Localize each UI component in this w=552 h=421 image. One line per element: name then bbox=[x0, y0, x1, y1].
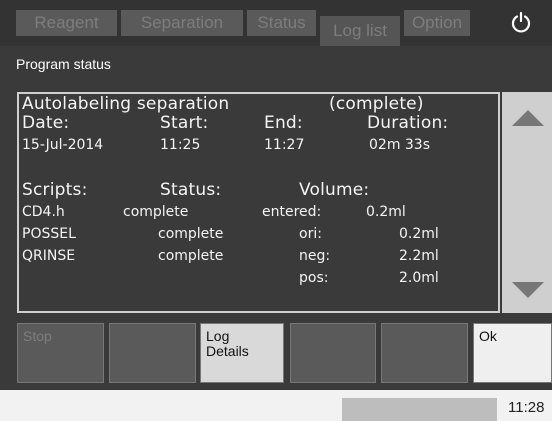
arrow-down-icon[interactable] bbox=[512, 282, 544, 298]
status-panel: Autolabeling separation (complete) Date:… bbox=[17, 92, 500, 313]
separation-name: Autolabeling separation bbox=[22, 94, 230, 114]
script-status: complete bbox=[123, 204, 189, 220]
progress-bar bbox=[342, 398, 497, 421]
power-button[interactable] bbox=[503, 6, 539, 38]
panel-scrollbar[interactable] bbox=[502, 92, 552, 313]
ok-button[interactable]: Ok bbox=[473, 323, 552, 383]
volume-header: Volume: bbox=[299, 180, 370, 200]
stop-button[interactable]: Stop bbox=[17, 323, 104, 383]
function-button-2[interactable] bbox=[109, 323, 196, 383]
volume-label: entered: bbox=[262, 204, 322, 220]
script-name: CD4.h bbox=[22, 204, 65, 220]
end-value: 11:27 bbox=[264, 137, 305, 153]
log-details-button[interactable]: Log Details bbox=[200, 323, 284, 383]
arrow-up-icon[interactable] bbox=[512, 110, 544, 126]
volume-value: 2.0ml bbox=[399, 270, 439, 286]
tab-separation[interactable]: Separation bbox=[121, 10, 243, 36]
tab-bar: Reagent Separation Status Log list Optio… bbox=[0, 0, 552, 46]
start-value: 11:25 bbox=[160, 137, 201, 153]
status-bar: 11:28 bbox=[0, 390, 552, 421]
volume-value: 0.2ml bbox=[366, 204, 406, 220]
tab-log-list[interactable]: Log list bbox=[320, 16, 400, 46]
function-button-4[interactable] bbox=[290, 323, 376, 383]
page-title: Program status bbox=[16, 56, 111, 72]
script-name: POSSEL bbox=[22, 226, 76, 242]
scripts-header: Scripts: bbox=[22, 180, 88, 200]
date-header: Date: bbox=[22, 113, 70, 133]
end-header: End: bbox=[264, 113, 303, 133]
status-header: Status: bbox=[160, 180, 222, 200]
volume-label: pos: bbox=[299, 270, 329, 286]
script-name: QRINSE bbox=[22, 248, 76, 264]
log-details-label-line2: Details bbox=[206, 343, 249, 359]
app-screen: Reagent Separation Status Log list Optio… bbox=[0, 0, 552, 421]
start-header: Start: bbox=[160, 113, 209, 133]
date-value: 15-Jul-2014 bbox=[22, 137, 104, 153]
clock: 11:28 bbox=[508, 399, 545, 416]
tab-status[interactable]: Status bbox=[247, 10, 316, 36]
duration-header: Duration: bbox=[367, 113, 449, 133]
script-status: complete bbox=[158, 248, 224, 264]
duration-value: 02m 33s bbox=[369, 137, 431, 153]
volume-value: 0.2ml bbox=[399, 226, 439, 242]
log-details-label-line1: Log bbox=[206, 328, 230, 344]
script-status: complete bbox=[158, 226, 224, 242]
tab-option[interactable]: Option bbox=[404, 10, 470, 36]
stop-button-label: Stop bbox=[23, 328, 52, 344]
volume-label: ori: bbox=[299, 226, 322, 242]
function-button-5[interactable] bbox=[381, 323, 468, 383]
separation-state: (complete) bbox=[329, 94, 424, 114]
tab-reagent[interactable]: Reagent bbox=[16, 10, 117, 36]
volume-value: 2.2ml bbox=[399, 248, 439, 264]
volume-label: neg: bbox=[299, 248, 331, 264]
ok-button-label: Ok bbox=[479, 328, 497, 344]
power-icon bbox=[511, 11, 531, 33]
